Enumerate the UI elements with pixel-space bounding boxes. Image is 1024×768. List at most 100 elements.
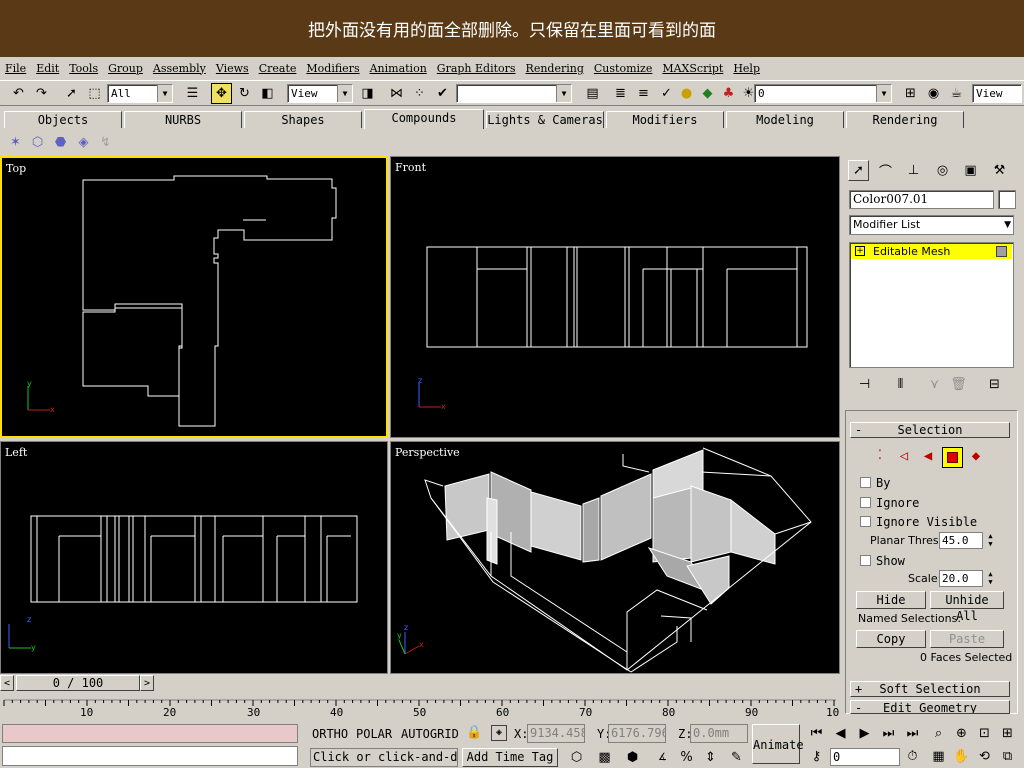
pivot-icon[interactable]: ◨	[357, 83, 378, 104]
object-color-swatch[interactable]	[998, 190, 1016, 209]
menu-customize[interactable]: Customize	[589, 62, 657, 75]
autogrid-toggle[interactable]: AUTOGRID	[401, 727, 459, 741]
polar-toggle[interactable]: POLAR	[356, 727, 392, 741]
scale-spinner[interactable]: ▲ ▼	[985, 570, 996, 587]
color-icon[interactable]: ♣	[718, 83, 739, 104]
current-frame-field[interactable]: 0	[830, 748, 900, 766]
time-prev-icon[interactable]: <	[0, 675, 14, 691]
tab-objects[interactable]: Objects	[4, 111, 122, 128]
z-coord-field[interactable]: 0.0mm	[690, 724, 748, 743]
utilities-tab-icon[interactable]: ⚒	[989, 160, 1010, 181]
ref-coord-dropdown[interactable]: View ▼	[287, 84, 353, 103]
zoom-extents-all-icon[interactable]: ⊞	[997, 723, 1018, 744]
scatter-icon[interactable]: ✶	[5, 132, 26, 153]
pan-hand-icon[interactable]: ✋	[951, 746, 972, 767]
menu-modifiers[interactable]: Modifiers	[301, 62, 364, 75]
add-time-tag-button[interactable]: Add Time Tag	[462, 748, 558, 767]
tab-modifiers[interactable]: Modifiers	[606, 111, 724, 128]
y-coord-field[interactable]: 6176.796	[608, 724, 666, 743]
display-tab-icon[interactable]: ▣	[960, 160, 981, 181]
select-arrow-icon[interactable]: ➚	[61, 83, 82, 104]
tab-nurbs[interactable]: NURBS	[124, 111, 242, 128]
spinner-snap-icon[interactable]: ⇕	[700, 748, 721, 767]
key-mode-icon[interactable]: ⚷	[806, 746, 827, 767]
select-by-name-icon[interactable]: ☰	[182, 83, 203, 104]
percent-snap-icon[interactable]: %	[676, 748, 697, 767]
vertex-subobject-icon[interactable]: ⁚	[870, 448, 890, 468]
hide-button[interactable]: Hide	[856, 591, 926, 609]
menu-assembly[interactable]: Assembly	[148, 62, 211, 75]
material-editor-icon[interactable]: ◉	[923, 83, 944, 104]
menu-edit[interactable]: Edit	[31, 62, 64, 75]
menu-rendering[interactable]: Rendering	[521, 62, 589, 75]
configure-sets-icon[interactable]: ⊟	[984, 374, 1005, 395]
object-name-field[interactable]: Color007.01	[849, 190, 994, 209]
soft-selection-rollout-header[interactable]: + Soft Selection	[850, 681, 1010, 697]
menu-file[interactable]: File	[0, 62, 31, 75]
expand-plus-icon[interactable]: +	[855, 246, 865, 256]
light-bulb-icon[interactable]: ●	[676, 83, 697, 104]
undo-icon[interactable]: ↶	[8, 83, 29, 104]
planar-thresh-spinner[interactable]: ▲ ▼	[985, 532, 996, 549]
viewport-perspective[interactable]: Perspective z x y	[390, 441, 840, 674]
snap-icon[interactable]: ▩	[594, 748, 615, 767]
rotate-icon[interactable]: ↻	[234, 83, 255, 104]
menu-maxscript[interactable]: MAXScript	[657, 62, 728, 75]
menu-help[interactable]: Help	[728, 62, 765, 75]
region-select-icon[interactable]: ⬚	[84, 83, 105, 104]
connect-icon[interactable]: ⬡	[27, 132, 48, 153]
render-teapot-icon[interactable]: ☕	[946, 83, 967, 104]
mirror-icon[interactable]: ⋈	[386, 83, 407, 104]
face-subobject-icon[interactable]: ◀	[918, 448, 938, 468]
animate-button[interactable]: Animate	[752, 724, 804, 764]
unhide-all-button[interactable]: Unhide All	[930, 591, 1004, 623]
prev-frame-icon[interactable]: ◀	[830, 723, 851, 744]
goto-start-icon[interactable]: ⏮	[806, 723, 827, 744]
x-coord-field[interactable]: 9134.458	[527, 724, 585, 743]
selection-rollout-header[interactable]: - Selection	[850, 422, 1010, 438]
modifier-stack[interactable]: + Editable Mesh	[849, 242, 1014, 368]
next-frame-icon[interactable]: ⏭	[878, 723, 899, 744]
show-normals-checkbox[interactable]	[860, 555, 871, 566]
stack-item-editable-mesh[interactable]: + Editable Mesh	[851, 244, 1012, 259]
arc-rotate-icon[interactable]: ⟲	[974, 746, 995, 767]
angle-snap-icon[interactable]: ∡	[652, 748, 673, 767]
maxscript-input[interactable]	[2, 746, 298, 766]
align-icon[interactable]: ✔	[432, 83, 453, 104]
menu-animation[interactable]: Animation	[365, 62, 432, 75]
zoom-extents-icon[interactable]: ⊡	[974, 723, 995, 744]
viewport-front[interactable]: Front z x	[390, 156, 840, 438]
polygon-subobject-icon[interactable]	[942, 447, 963, 468]
array-icon[interactable]: ⁘	[409, 83, 430, 104]
pin-stack-icon[interactable]: ⊣	[854, 374, 875, 395]
teapot-icon[interactable]: ◆	[697, 83, 718, 104]
play-icon[interactable]: ▶	[854, 723, 875, 744]
element-subobject-icon[interactable]: ◆	[966, 448, 986, 468]
selection-filter-dropdown[interactable]: All ▼	[107, 84, 173, 103]
tab-modeling[interactable]: Modeling	[726, 111, 844, 128]
create-tab-icon[interactable]: ➚	[848, 160, 869, 181]
field-of-view-icon[interactable]: ▦	[928, 746, 949, 767]
ignore-backfacing-checkbox[interactable]	[860, 497, 871, 508]
trackbar[interactable]: 10 20 30 40 50 60 70 80 90 10	[0, 692, 840, 720]
copy-button[interactable]: Copy	[856, 630, 926, 648]
key-filter-icon[interactable]: ✎	[726, 748, 747, 767]
tab-shapes[interactable]: Shapes	[244, 111, 362, 128]
tab-lights-cameras[interactable]: Lights & Cameras	[486, 111, 604, 128]
menu-tools[interactable]: Tools	[64, 62, 103, 75]
checkmark-icon[interactable]: ✓	[656, 83, 677, 104]
zoom-all-icon[interactable]: ⊕	[951, 723, 972, 744]
hierarchy-tab-icon[interactable]: ⊥	[903, 160, 924, 181]
modify-tab-icon[interactable]: ⌒	[875, 160, 896, 181]
planar-thresh-input[interactable]: 45.0	[939, 532, 983, 549]
menu-group[interactable]: Group	[103, 62, 148, 75]
layer-dropdown[interactable]: 0 ▼	[754, 84, 892, 103]
scale-icon[interactable]: ◧	[257, 83, 278, 104]
track-view-icon[interactable]: ▤	[582, 83, 603, 104]
ortho-toggle[interactable]: ORTHO	[312, 727, 348, 741]
time-config-icon[interactable]: ⏱	[902, 746, 923, 767]
modifier-list-dropdown[interactable]: Modifier List ▼	[849, 215, 1014, 235]
motion-tab-icon[interactable]: ◎	[932, 160, 953, 181]
tab-compounds[interactable]: Compounds	[364, 109, 484, 129]
move-icon[interactable]: ✥	[211, 83, 232, 104]
